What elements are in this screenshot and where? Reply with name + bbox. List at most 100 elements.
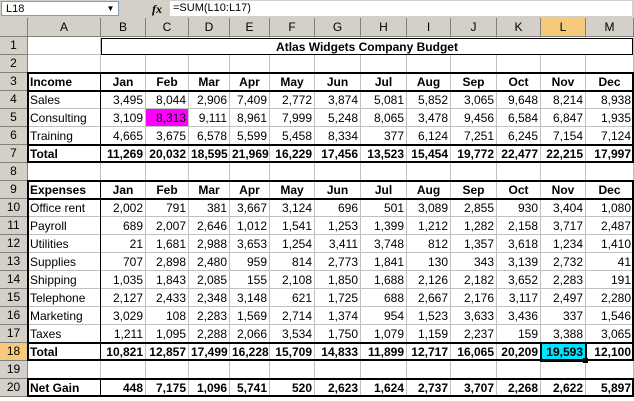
value-cell[interactable]: 3,139 <box>497 253 541 271</box>
column-header-f[interactable]: F <box>270 18 315 37</box>
row-header-10[interactable]: 10 <box>0 199 28 217</box>
value-cell[interactable]: 501 <box>361 199 407 217</box>
value-cell[interactable]: 959 <box>230 253 270 271</box>
income-total-cell[interactable]: 22,215 <box>541 145 586 163</box>
value-cell[interactable]: 6,578 <box>189 127 230 145</box>
value-cell[interactable]: 621 <box>270 289 315 307</box>
income-total-cell[interactable]: 19,772 <box>451 145 497 163</box>
value-cell[interactable]: 1,234 <box>541 235 586 253</box>
income-total-cell[interactable]: 17,456 <box>315 145 361 163</box>
worksheet-grid[interactable]: ABCDEFGHIJKLM 1 2 3 4 5 6 7 8 9 10 11 12 13 14 15 16 17 1… <box>0 18 634 401</box>
row-header-12[interactable]: 12 <box>0 235 28 253</box>
value-cell[interactable]: 191 <box>586 271 634 289</box>
grid-cell[interactable] <box>451 55 497 73</box>
month-header-feb[interactable]: Feb <box>146 73 189 91</box>
income-total-cell[interactable]: 15,454 <box>407 145 451 163</box>
value-cell[interactable]: 1,282 <box>451 217 497 235</box>
row-label[interactable]: Telephone <box>28 289 101 307</box>
value-cell[interactable]: 2,773 <box>315 253 361 271</box>
row-header-5[interactable]: 5 <box>0 109 28 127</box>
expenses-total-cell[interactable]: 16,065 <box>451 343 497 361</box>
row-header-20[interactable]: 20 <box>0 379 28 397</box>
value-cell[interactable]: 2,646 <box>189 217 230 235</box>
value-cell[interactable]: 8,044 <box>146 91 189 109</box>
income-total-cell[interactable]: 20,032 <box>146 145 189 163</box>
net-gain-cell[interactable]: 2,622 <box>541 379 586 397</box>
value-cell[interactable]: 3,089 <box>407 199 451 217</box>
row-header-3[interactable]: 3 <box>0 73 28 91</box>
value-cell[interactable]: 2,158 <box>497 217 541 235</box>
grid-cell[interactable] <box>586 55 634 73</box>
value-cell[interactable]: 155 <box>230 271 270 289</box>
value-cell[interactable]: 2,497 <box>541 289 586 307</box>
value-cell[interactable]: 2,898 <box>146 253 189 271</box>
column-header-b[interactable]: B <box>101 18 146 37</box>
value-cell[interactable]: 2,732 <box>541 253 586 271</box>
column-header-h[interactable]: H <box>361 18 407 37</box>
month-header-aug[interactable]: Aug <box>407 181 451 199</box>
value-cell[interactable]: 8,214 <box>541 91 586 109</box>
month-header-jan[interactable]: Jan <box>101 181 146 199</box>
value-cell[interactable]: 8,961 <box>230 109 270 127</box>
value-cell[interactable]: 1,254 <box>270 235 315 253</box>
value-cell[interactable]: 21 <box>101 235 146 253</box>
grid-cell[interactable] <box>361 55 407 73</box>
value-cell[interactable]: 814 <box>270 253 315 271</box>
value-cell[interactable]: 2,348 <box>189 289 230 307</box>
value-cell[interactable]: 2,480 <box>189 253 230 271</box>
value-cell[interactable]: 1,012 <box>230 217 270 235</box>
income-total-cell[interactable]: 16,229 <box>270 145 315 163</box>
column-header-l[interactable]: L <box>541 18 586 37</box>
value-cell[interactable]: 7,154 <box>541 127 586 145</box>
column-header-g[interactable]: G <box>315 18 361 37</box>
month-header-jan[interactable]: Jan <box>101 73 146 91</box>
value-cell[interactable]: 3,388 <box>541 325 586 343</box>
value-cell[interactable]: 3,534 <box>270 325 315 343</box>
value-cell[interactable]: 3,748 <box>361 235 407 253</box>
month-header-nov[interactable]: Nov <box>541 181 586 199</box>
row-header-9[interactable]: 9 <box>0 181 28 199</box>
grid-cell[interactable] <box>270 163 315 181</box>
grid-cell[interactable] <box>586 163 634 181</box>
formula-input[interactable]: =SUM(L10:L17) <box>170 1 632 16</box>
value-cell[interactable]: 3,633 <box>451 307 497 325</box>
row-header-1[interactable]: 1 <box>0 37 28 55</box>
grid-cell[interactable] <box>189 55 230 73</box>
value-cell[interactable]: 1,841 <box>361 253 407 271</box>
column-header-j[interactable]: J <box>451 18 497 37</box>
grid-cell[interactable] <box>497 55 541 73</box>
value-cell[interactable]: 343 <box>451 253 497 271</box>
grid-cell[interactable] <box>146 361 189 379</box>
value-cell[interactable]: 1,569 <box>230 307 270 325</box>
grid-cell[interactable] <box>28 163 101 181</box>
grid-cell[interactable] <box>28 37 101 55</box>
value-cell[interactable]: 9,648 <box>497 91 541 109</box>
value-cell[interactable]: 1,850 <box>315 271 361 289</box>
month-header-sep[interactable]: Sep <box>451 73 497 91</box>
active-cell[interactable]: 19,593 <box>541 343 586 361</box>
grid-cell[interactable] <box>586 361 634 379</box>
expenses-total-cell[interactable]: 12,717 <box>407 343 451 361</box>
value-cell[interactable]: 3,675 <box>146 127 189 145</box>
value-cell[interactable]: 1,541 <box>270 217 315 235</box>
grid-cell[interactable] <box>315 55 361 73</box>
expenses-header[interactable]: Expenses <box>28 181 101 199</box>
grid-cell[interactable] <box>451 361 497 379</box>
row-header-19[interactable]: 19 <box>0 361 28 379</box>
month-header-mar[interactable]: Mar <box>189 181 230 199</box>
value-cell[interactable]: 8,334 <box>315 127 361 145</box>
income-total-cell[interactable]: 11,269 <box>101 145 146 163</box>
row-header-15[interactable]: 15 <box>0 289 28 307</box>
value-cell[interactable]: 1,211 <box>101 325 146 343</box>
value-cell[interactable]: 337 <box>541 307 586 325</box>
row-header-8[interactable]: 8 <box>0 163 28 181</box>
value-cell[interactable]: 8,938 <box>586 91 634 109</box>
net-gain-cell[interactable]: 448 <box>101 379 146 397</box>
column-header-e[interactable]: E <box>230 18 270 37</box>
month-header-jul[interactable]: Jul <box>361 73 407 91</box>
month-header-dec[interactable]: Dec <box>586 73 634 91</box>
value-cell[interactable]: 2,988 <box>189 235 230 253</box>
grid-cell[interactable] <box>146 163 189 181</box>
value-cell[interactable]: 689 <box>101 217 146 235</box>
grid-cell[interactable] <box>497 361 541 379</box>
